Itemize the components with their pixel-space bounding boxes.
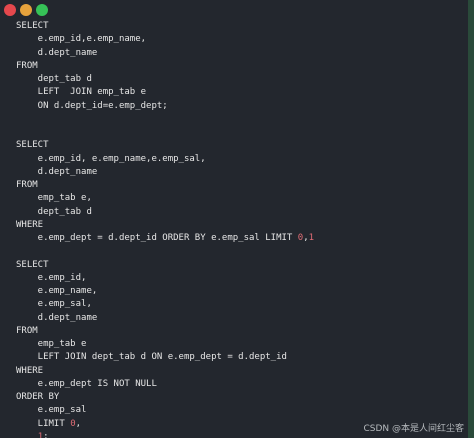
code-window: SELECT e.emp_id,e.emp_name, d.dept_name F… <box>0 0 474 438</box>
scrollbar-strip <box>468 0 474 438</box>
code-line: d.dept_name <box>16 166 98 177</box>
code-line: ORDER BY <box>16 392 60 402</box>
code-line: e.emp_id,e.emp_name, <box>16 34 147 45</box>
code-line: FROM <box>16 180 38 190</box>
code-line: WHERE <box>16 365 44 376</box>
code-block: SELECT e.emp_id,e.emp_name, d.dept_name F… <box>16 20 464 438</box>
code-line: e.emp_name, <box>16 286 98 296</box>
code-line: SELECT <box>16 140 49 151</box>
code-line: dept_tab d <box>16 206 92 217</box>
code-line: e.emp_id, e.emp_name,e.emp_sal, <box>16 153 206 164</box>
zoom-dot-icon[interactable] <box>36 4 48 16</box>
code-line: emp_tab e, <box>16 193 92 204</box>
code-line: e.emp_sal, <box>16 299 92 310</box>
code-line: e.emp_dept IS NOT NULL <box>16 378 157 389</box>
code-line: dept_tab d <box>16 74 92 84</box>
code-line: e.emp_id, <box>16 272 87 283</box>
code-line: d.dept_name <box>16 47 98 58</box>
code-line: e.emp_dept = d.dept_id ORDER BY e.emp_sa… <box>16 233 315 243</box>
code-line: ON d.dept_id=e.emp_dept; <box>16 100 168 111</box>
code-line: e.emp_sal <box>16 405 87 416</box>
window-controls <box>4 4 48 16</box>
code-line: WHERE <box>16 219 44 230</box>
minimize-dot-icon[interactable] <box>20 4 32 16</box>
close-dot-icon[interactable] <box>4 4 16 16</box>
code-line: emp_tab e <box>16 339 87 349</box>
code-line: LEFT JOIN dept_tab d ON e.emp_dept = d.d… <box>16 352 287 363</box>
code-line: SELECT <box>16 21 49 31</box>
code-line: FROM <box>16 60 38 71</box>
code-line: d.dept_name <box>16 312 98 323</box>
code-line: FROM <box>16 325 38 336</box>
watermark-text: CSDN @本是人间红尘客 <box>363 424 464 434</box>
code-line: LEFT JOIN emp_tab e <box>16 87 147 98</box>
code-line: SELECT <box>16 259 49 270</box>
